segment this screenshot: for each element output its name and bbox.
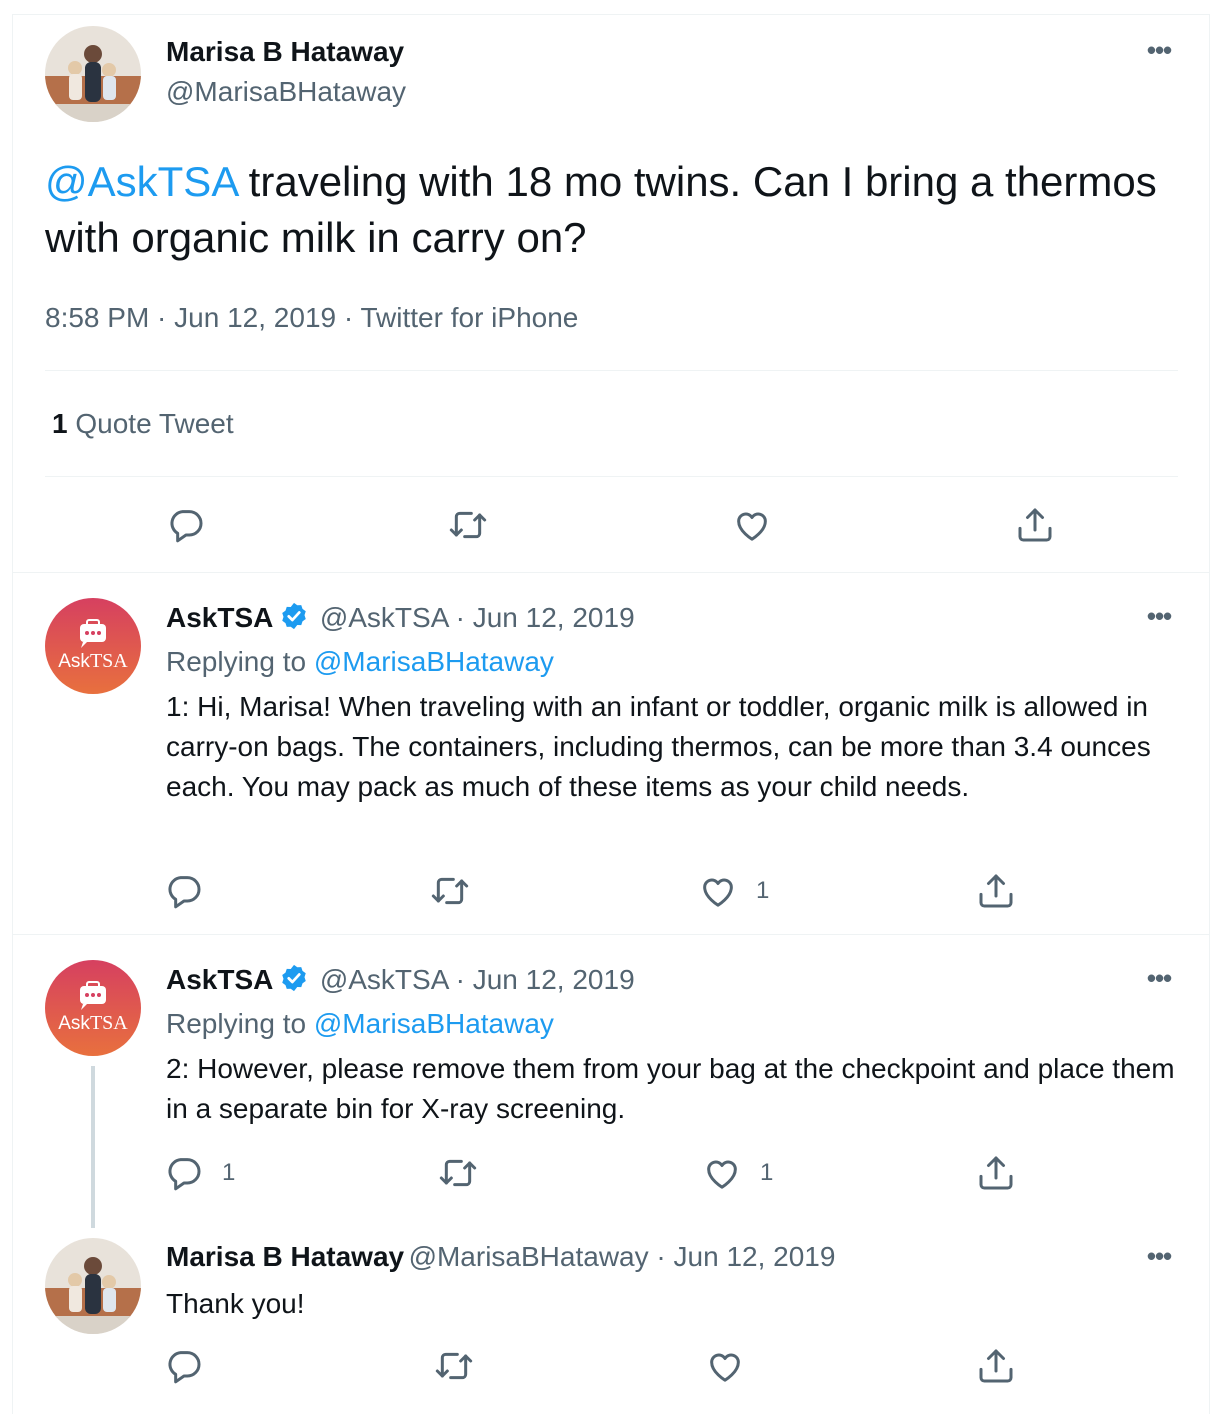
- share-icon: [979, 874, 1013, 908]
- thread-connector-line: [91, 1066, 95, 1228]
- retweet-button[interactable]: [448, 505, 488, 545]
- like-button[interactable]: 1: [702, 1153, 773, 1193]
- tweet-time[interactable]: 8:58 PM: [45, 302, 149, 333]
- like-icon: [703, 878, 733, 907]
- share-icon: [979, 1156, 1013, 1190]
- divider: [45, 476, 1178, 477]
- marisa-avatar[interactable]: [45, 26, 141, 122]
- asktsa-avatar-label: AskTSA: [58, 650, 128, 672]
- replying-to-link[interactable]: @MarisaBHataway: [314, 646, 554, 677]
- retweet-button[interactable]: [438, 1153, 478, 1193]
- divider: [12, 572, 1210, 573]
- tweet-date[interactable]: Jun 12, 2019: [174, 302, 336, 333]
- quote-label: Quote Tweet: [75, 408, 234, 439]
- reply-icon: [168, 1351, 201, 1384]
- more-icon[interactable]: •••: [1139, 1243, 1179, 1272]
- like-button[interactable]: [732, 505, 772, 545]
- reply-button[interactable]: 1: [164, 1153, 235, 1193]
- more-icon[interactable]: •••: [1139, 603, 1179, 632]
- retweet-icon: [439, 1159, 477, 1187]
- reply2-date[interactable]: Jun 12, 2019: [473, 964, 635, 995]
- divider: [45, 370, 1178, 371]
- marisa-avatar[interactable]: [45, 1238, 141, 1334]
- reply2-author-handle[interactable]: @AskTSA: [320, 964, 448, 995]
- more-icon[interactable]: •••: [1139, 37, 1179, 66]
- retweet-button[interactable]: [430, 871, 470, 911]
- verified-badge-icon: [282, 964, 307, 992]
- asktsa-avatar-label: AskTSA: [58, 1012, 128, 1034]
- share-icon: [979, 1349, 1013, 1383]
- like-count: 1: [760, 1159, 774, 1186]
- reply1-author-handle[interactable]: @AskTSA: [320, 602, 448, 633]
- reply-button[interactable]: [164, 1346, 204, 1386]
- divider: [12, 934, 1210, 935]
- reply1-date[interactable]: Jun 12, 2019: [473, 602, 635, 633]
- retweet-icon: [435, 1352, 473, 1380]
- like-button[interactable]: 1: [698, 871, 769, 911]
- reply-button[interactable]: [166, 505, 206, 545]
- main-tweet-text: @AskTSA traveling with 18 mo twins. Can …: [45, 154, 1165, 266]
- reply1-replying-to: Replying to @MarisaBHataway: [166, 646, 554, 677]
- share-icon: [1018, 508, 1052, 542]
- reply-icon: [168, 876, 201, 909]
- share-button[interactable]: [976, 1153, 1016, 1193]
- reply3-author-name[interactable]: Marisa B Hataway: [166, 1241, 404, 1272]
- reply3-date[interactable]: Jun 12, 2019: [674, 1241, 836, 1272]
- retweet-icon: [431, 877, 469, 905]
- asktsa-avatar[interactable]: AskTSA: [45, 960, 141, 1056]
- like-icon: [707, 1160, 737, 1189]
- asktsa-avatar[interactable]: AskTSA: [45, 598, 141, 694]
- like-icon: [710, 1353, 740, 1382]
- mention-link[interactable]: @AskTSA: [45, 158, 237, 205]
- reply1-text: 1: Hi, Marisa! When traveling with an in…: [166, 691, 1151, 802]
- like-count: 1: [756, 877, 770, 904]
- quote-count: 1: [52, 408, 68, 439]
- replying-to-link[interactable]: @MarisaBHataway: [314, 1008, 554, 1039]
- reply-icon: [170, 510, 203, 543]
- quote-tweet-stats[interactable]: 1 Quote Tweet: [52, 408, 234, 440]
- reply-button[interactable]: [164, 871, 204, 911]
- reply3-text: Thank you!: [166, 1288, 305, 1319]
- reply2-header: AskTSA @AskTSA · Jun 12, 2019: [166, 964, 635, 995]
- main-author-name[interactable]: Marisa B Hataway: [166, 36, 404, 68]
- main-author-handle[interactable]: @MarisaBHataway: [166, 76, 406, 108]
- main-tweet-meta: 8:58 PM · Jun 12, 2019 · Twitter for iPh…: [45, 302, 579, 333]
- reply3-author-handle[interactable]: @MarisaBHataway: [409, 1241, 649, 1272]
- verified-badge-icon: [282, 602, 307, 630]
- reply-icon: [168, 1158, 201, 1191]
- reply2-text: 2: However, please remove them from your…: [166, 1053, 1175, 1124]
- reply2-author-name[interactable]: AskTSA: [166, 964, 273, 995]
- reply-count: 1: [222, 1159, 236, 1186]
- reply3-header: Marisa B Hataway @MarisaBHataway · Jun 1…: [166, 1241, 836, 1272]
- share-button[interactable]: [976, 871, 1016, 911]
- retweet-icon: [449, 511, 487, 539]
- share-button[interactable]: [1015, 505, 1055, 545]
- tweet-source[interactable]: Twitter for iPhone: [360, 302, 578, 333]
- reply2-replying-to: Replying to @MarisaBHataway: [166, 1008, 554, 1039]
- retweet-button[interactable]: [434, 1346, 474, 1386]
- share-button[interactable]: [976, 1346, 1016, 1386]
- reply1-header: AskTSA @AskTSA · Jun 12, 2019: [166, 602, 635, 633]
- more-icon[interactable]: •••: [1139, 965, 1179, 994]
- like-icon: [737, 512, 767, 541]
- like-button[interactable]: [705, 1346, 745, 1386]
- reply1-author-name[interactable]: AskTSA: [166, 602, 273, 633]
